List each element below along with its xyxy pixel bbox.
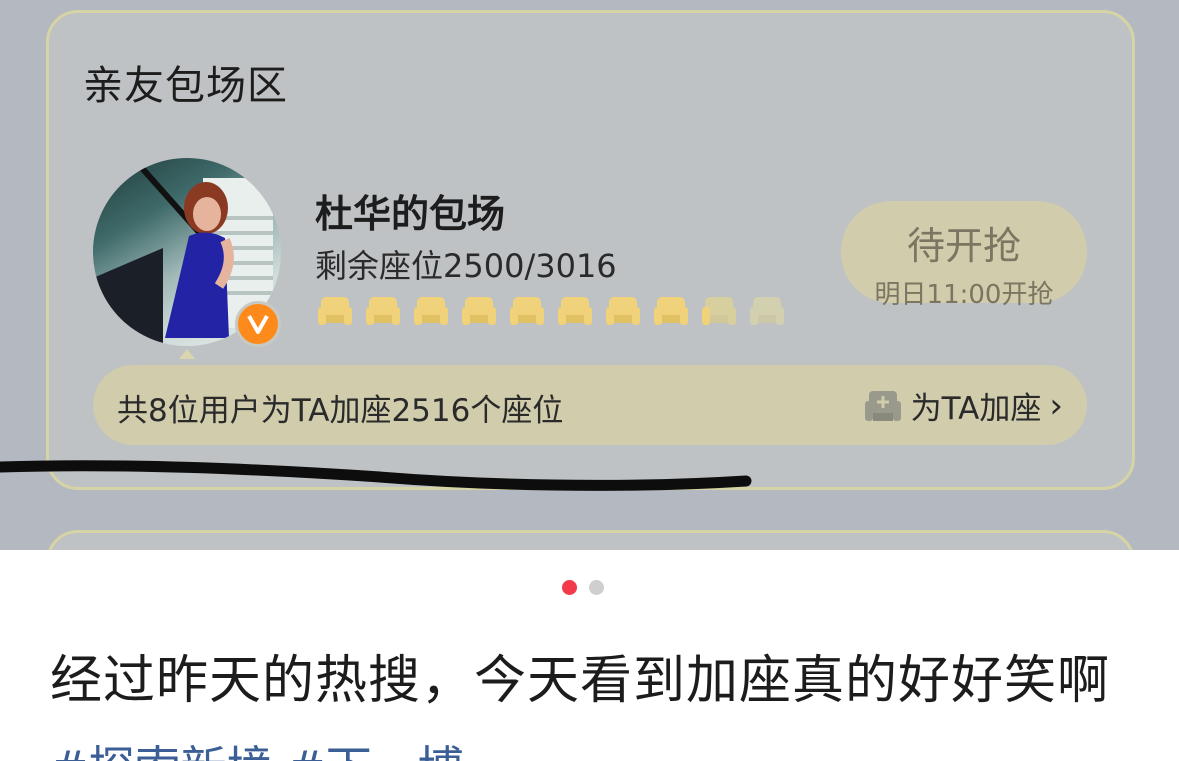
- seat-icon: [462, 297, 496, 325]
- seat-icon-row: [317, 293, 785, 329]
- summary-bar[interactable]: 共8位用户为TA加座2516个座位 为TA加座 ›: [93, 365, 1087, 445]
- seat-icon: [318, 297, 352, 325]
- carousel-dot-active[interactable]: [562, 580, 577, 595]
- remaining-seats: 剩余座位2500/3016: [315, 247, 617, 285]
- seat-icon: [366, 297, 400, 325]
- add-seat-icon: [864, 390, 901, 421]
- bubble-pointer: [179, 349, 195, 359]
- next-card-partial: [46, 530, 1135, 550]
- verified-v-icon: [247, 315, 269, 334]
- status-subtitle: 明日11:00开抢: [874, 280, 1054, 310]
- status-button[interactable]: 待开抢 明日11:00开抢: [841, 201, 1087, 310]
- carousel-dot[interactable]: [589, 580, 604, 595]
- summary-text: 共8位用户为TA加座2516个座位: [117, 393, 564, 429]
- marker-scribble: [0, 460, 752, 491]
- seat-icon: [414, 297, 448, 325]
- seat-icon: [654, 297, 688, 325]
- seat-icon: [558, 297, 592, 325]
- seat-icon-fading: [702, 297, 736, 325]
- add-seat-label: 为TA加座: [910, 391, 1042, 427]
- post-title: 经过昨天的热搜，今天看到加座真的好好笑啊: [50, 651, 1111, 711]
- friends-booking-card[interactable]: 亲友包场区 杜华的包场 剩余座位2500/3016 待开抢 明日11:00开抢 …: [46, 10, 1135, 490]
- seat-icon: [510, 297, 544, 325]
- post-hashtags[interactable]: #探索新境 #下一博: [50, 732, 464, 761]
- verified-vip-badge: [235, 301, 281, 347]
- host-name: 杜华的包场: [315, 192, 506, 236]
- add-seat-button[interactable]: 为TA加座 ›: [863, 383, 1063, 428]
- section-title: 亲友包场区: [83, 63, 288, 109]
- status-label: 待开抢: [906, 224, 1021, 268]
- screenshot-image: 亲友包场区 杜华的包场 剩余座位2500/3016 待开抢 明日11:00开抢 …: [0, 0, 1179, 550]
- seat-icon: [606, 297, 640, 325]
- chevron-right-icon: ›: [1049, 385, 1063, 426]
- carousel-indicator[interactable]: [562, 580, 604, 595]
- seat-icon-faded: [750, 297, 784, 325]
